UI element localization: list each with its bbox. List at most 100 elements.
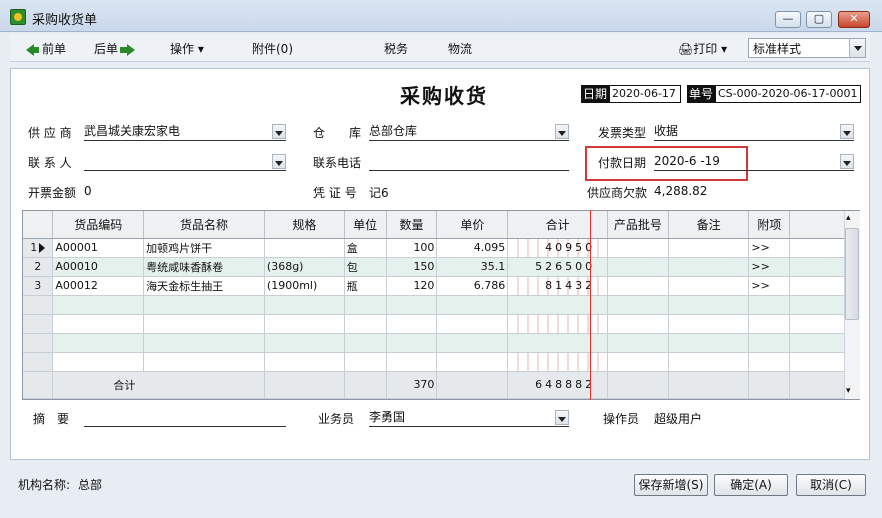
cell-unit[interactable]: 瓶: [344, 276, 387, 296]
cell-note[interactable]: [668, 257, 750, 277]
cell-total[interactable]: 81432: [507, 276, 609, 296]
cancel-button[interactable]: 取消(C): [796, 474, 866, 496]
print-style-select[interactable]: 标准样式: [748, 38, 866, 58]
scroll-up-icon[interactable]: ▴: [846, 213, 851, 223]
next-doc-button[interactable]: 后单: [94, 40, 136, 57]
cell-note[interactable]: [668, 238, 750, 258]
cell-qty[interactable]: 150: [386, 257, 438, 277]
cell-name[interactable]: 海天金标生抽王: [143, 276, 265, 296]
row-number: 2: [23, 257, 54, 277]
table-row[interactable]: 2 A00010 粤统咸味香酥卷 (368g) 包 150 35.1 52650…: [23, 257, 859, 277]
prev-doc-button[interactable]: 前单: [26, 40, 66, 57]
empty-row[interactable]: [23, 352, 859, 372]
col-header[interactable]: 单价: [436, 211, 509, 239]
empty-row[interactable]: [23, 314, 859, 334]
voucher-label: 凭 证 号: [313, 186, 357, 200]
toolbar: [10, 34, 870, 62]
contact-label: 联 系 人: [28, 156, 72, 170]
next-doc-label: 后单: [94, 42, 119, 56]
arrow-left-icon: [26, 43, 39, 56]
row-number: [23, 371, 54, 399]
invoice-type-field[interactable]: 收据: [654, 123, 854, 141]
cell-price[interactable]: 6.786: [436, 276, 509, 296]
caret-down-icon: ▾: [721, 42, 728, 56]
col-header[interactable]: 附项: [748, 211, 791, 239]
summary-field[interactable]: [84, 409, 286, 427]
cell-spec[interactable]: [264, 238, 345, 258]
cell-unit[interactable]: 盒: [344, 238, 387, 258]
col-header[interactable]: 单位: [344, 211, 387, 239]
col-header[interactable]: 货品名称: [143, 211, 265, 239]
cell-price[interactable]: 35.1: [436, 257, 509, 277]
logistics-button[interactable]: 物流: [448, 40, 472, 57]
voucher-value: 记6: [369, 186, 389, 200]
date-field[interactable]: 2020-06-17: [609, 85, 681, 103]
chevron-down-icon: [272, 154, 286, 169]
cell-extra-link[interactable]: >>: [748, 257, 791, 277]
ok-button[interactable]: 确定(A): [714, 474, 788, 496]
cell-extra-link[interactable]: >>: [748, 238, 791, 258]
cell-total[interactable]: 40950: [507, 238, 609, 258]
doc-no-field[interactable]: CS-000-2020-06-17-0001: [715, 85, 861, 103]
cell-extra-link[interactable]: >>: [748, 276, 791, 296]
cell-total[interactable]: 526500: [507, 257, 609, 277]
table-row[interactable]: 1 A00001 加顿鸡片饼干 盒 100 4.095 40950 >>: [23, 238, 859, 258]
cell-note[interactable]: [668, 276, 750, 296]
empty-row[interactable]: [23, 333, 859, 353]
col-header[interactable]: 产品批号: [607, 211, 669, 239]
chevron-down-icon: [849, 39, 865, 57]
operator-label: 操作员: [603, 412, 640, 426]
col-header[interactable]: 合计: [507, 211, 609, 239]
supplier-value: 武昌城关康宏家电: [84, 124, 181, 138]
tax-button[interactable]: 税务: [384, 40, 408, 57]
table-row[interactable]: 3 A00012 海天金标生抽王 (1900ml) 瓶 120 6.786 81…: [23, 276, 859, 296]
cell-batch[interactable]: [607, 276, 669, 296]
row-number: 3: [23, 276, 54, 296]
cell-name[interactable]: 加顿鸡片饼干: [143, 238, 265, 258]
cell-code[interactable]: A00010: [52, 257, 145, 277]
scroll-down-icon[interactable]: ▾: [846, 386, 851, 396]
date-label: 日期: [581, 85, 610, 103]
cell-spec[interactable]: (368g): [264, 257, 345, 277]
cell-price[interactable]: 4.095: [436, 238, 509, 258]
cell-spec[interactable]: (1900ml): [264, 276, 345, 296]
cell-batch[interactable]: [607, 238, 669, 258]
attachments-button[interactable]: 附件(0): [252, 40, 293, 57]
col-header[interactable]: 备注: [668, 211, 750, 239]
cell-name[interactable]: 粤统咸味香酥卷: [143, 257, 265, 277]
prev-doc-label: 前单: [42, 42, 67, 56]
chevron-down-icon: [555, 124, 569, 139]
cell-code[interactable]: A00001: [52, 238, 145, 258]
col-header[interactable]: 数量: [386, 211, 438, 239]
warehouse-field[interactable]: 总部仓库: [369, 123, 569, 141]
supplier-field[interactable]: 武昌城关康宏家电: [84, 123, 286, 141]
scrollbar-thumb[interactable]: [845, 228, 859, 320]
col-header[interactable]: 货品编码: [52, 211, 145, 239]
pay-date-value: 2020-6 -19: [654, 154, 720, 168]
pay-date-field[interactable]: 2020-6 -19: [654, 153, 854, 171]
close-button[interactable]: ✕: [838, 11, 870, 28]
row-number: [23, 314, 54, 334]
supplier-label: 供 应 商: [28, 126, 72, 140]
invoice-amount-label: 开票金额: [28, 186, 77, 200]
invoice-type-label: 发票类型: [598, 126, 647, 140]
summary-label: 摘 要: [33, 412, 70, 426]
cell-qty[interactable]: 120: [386, 276, 438, 296]
contact-field[interactable]: [84, 153, 286, 171]
grid-header: 货品编码 货品名称 规格 单位 数量 单价 合计 产品批号 备注 附项: [23, 211, 859, 239]
org-label: 机构名称:: [18, 478, 71, 492]
minimize-button[interactable]: —: [775, 11, 801, 28]
salesman-field[interactable]: 李勇国: [369, 409, 569, 427]
cell-code[interactable]: A00012: [52, 276, 145, 296]
empty-row[interactable]: [23, 295, 859, 315]
phone-field[interactable]: [369, 153, 569, 171]
save-new-button[interactable]: 保存新增(S): [634, 474, 708, 496]
operations-menu[interactable]: 操作 ▾: [170, 40, 204, 57]
print-button[interactable]: 🖨打印 ▾: [678, 40, 727, 57]
col-header[interactable]: 规格: [264, 211, 345, 239]
cell-unit[interactable]: 包: [344, 257, 387, 277]
cell-qty[interactable]: 100: [386, 238, 438, 258]
cell-batch[interactable]: [607, 257, 669, 277]
maximize-button[interactable]: ▢: [806, 11, 832, 28]
items-grid: 货品编码 货品名称 规格 单位 数量 单价 合计 产品批号 备注 附项 1 A0…: [22, 210, 860, 400]
